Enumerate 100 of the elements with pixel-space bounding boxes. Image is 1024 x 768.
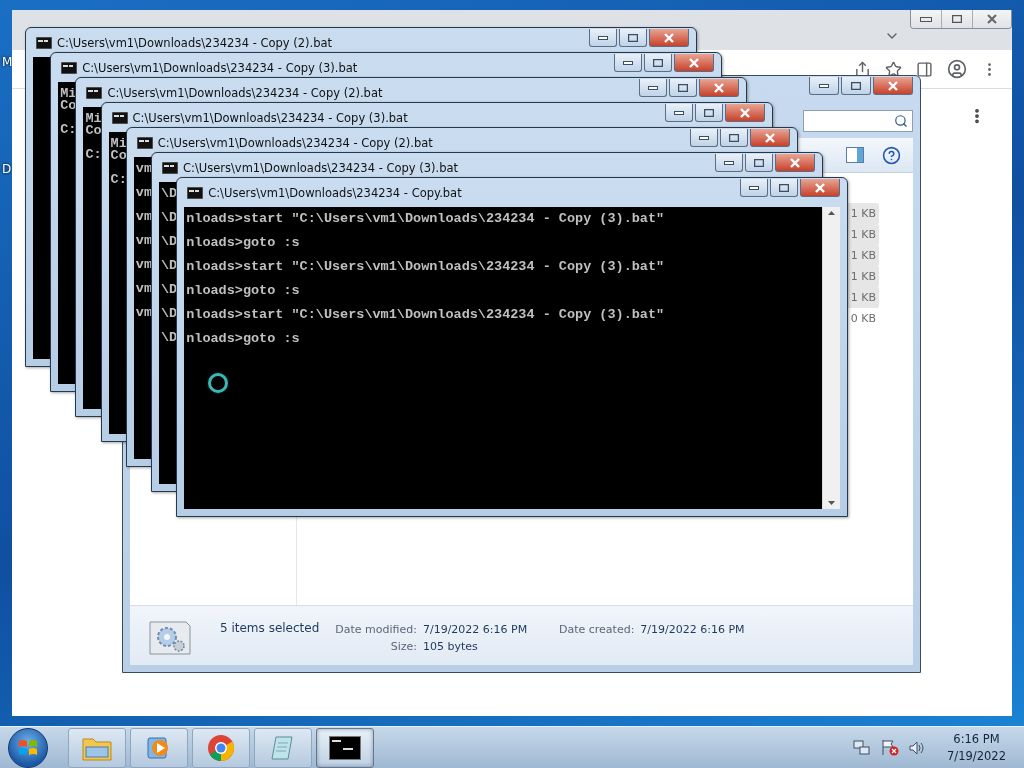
minimize-icon xyxy=(724,160,734,165)
minimize-button[interactable] xyxy=(614,54,643,72)
console-icon xyxy=(162,161,178,174)
scroll-up-icon[interactable] xyxy=(828,211,836,215)
search-field[interactable] xyxy=(803,110,913,132)
maximize-button[interactable] xyxy=(619,29,647,47)
star-icon[interactable] xyxy=(885,60,902,78)
window-title: C:\Users\vm1\Downloads\234234 - Copy (2).bat xyxy=(107,85,384,100)
console-line: \D xyxy=(161,236,178,248)
close-button[interactable] xyxy=(674,54,715,72)
file-size[interactable]: 0 KB xyxy=(846,308,879,329)
desktop-icon-label[interactable]: M xyxy=(2,55,13,69)
window-title: C:\Users\vm1\Downloads\234234 - Copy (3).bat xyxy=(82,60,359,75)
file-size[interactable]: 1 KB xyxy=(846,266,879,287)
console-icon xyxy=(187,186,204,199)
console-line: nloads>start "C:\Users\vm1\Downloads\234234 - Copy (3).bat" xyxy=(186,261,665,273)
side-panel-icon[interactable] xyxy=(916,60,933,78)
console-line: \D xyxy=(161,260,178,272)
console-line: nloads>goto :s xyxy=(186,333,300,345)
minimize-button[interactable] xyxy=(689,129,718,147)
speaker-icon[interactable] xyxy=(909,739,926,756)
minimize-button[interactable] xyxy=(639,79,668,97)
console-line: nloads>start "C:\Users\vm1\Downloads\234234 - Copy (3).bat" xyxy=(186,213,665,225)
scroll-down-icon[interactable] xyxy=(828,501,836,505)
window-title: C:\Users\vm1\Downloads\234234 - Copy (3).bat xyxy=(183,160,460,175)
preview-pane-icon[interactable] xyxy=(846,147,864,163)
maximize-button[interactable] xyxy=(694,104,723,122)
start-button[interactable] xyxy=(8,727,48,768)
file-gear-icon xyxy=(148,618,192,656)
minimize-button[interactable] xyxy=(809,77,839,95)
console-line: C: xyxy=(60,124,77,136)
maximize-button[interactable] xyxy=(770,179,799,197)
file-size[interactable]: 1 KB xyxy=(846,245,879,266)
busy-cursor-icon xyxy=(208,373,228,393)
console-icon xyxy=(111,111,128,124)
console-line: Mi xyxy=(85,113,102,125)
minimize-button[interactable] xyxy=(911,10,941,28)
file-size[interactable]: 1 KB xyxy=(846,224,879,245)
profile-icon[interactable] xyxy=(947,59,967,79)
console-line: Mi xyxy=(60,88,77,100)
minimize-icon xyxy=(673,110,684,115)
console-line: nloads>goto :s xyxy=(186,237,300,249)
file-size[interactable]: 1 KB xyxy=(846,203,879,224)
window-title: C:\Users\vm1\Downloads\234234 - Copy.bat xyxy=(208,185,463,200)
detail-label: Size: xyxy=(389,640,417,653)
scrollbar[interactable] xyxy=(822,207,841,509)
maximize-button[interactable] xyxy=(745,154,773,172)
maximize-icon xyxy=(703,108,714,117)
console-line: \D xyxy=(161,308,178,320)
minimize-button[interactable] xyxy=(715,154,743,172)
console-line: \D xyxy=(161,188,178,200)
console-icon xyxy=(136,136,153,149)
close-button[interactable] xyxy=(649,29,689,47)
maximize-icon xyxy=(728,133,739,142)
minimize-button[interactable] xyxy=(664,104,693,122)
minimize-icon xyxy=(749,185,760,190)
close-button[interactable] xyxy=(749,129,790,147)
network-icon[interactable] xyxy=(853,739,872,756)
console-line: Co xyxy=(110,150,127,162)
maximize-button[interactable] xyxy=(644,54,673,72)
maximize-button[interactable] xyxy=(669,79,698,97)
close-icon xyxy=(986,14,998,24)
minimize-icon xyxy=(819,83,829,88)
close-button[interactable] xyxy=(699,79,740,97)
console-line: nloads>goto :s xyxy=(186,285,300,297)
maximize-button[interactable] xyxy=(941,10,972,28)
console-line: \D xyxy=(161,284,178,296)
console-icon xyxy=(61,61,78,74)
console-line: \D xyxy=(161,332,178,344)
close-icon xyxy=(814,182,827,193)
search-icon xyxy=(894,114,908,128)
maximize-icon xyxy=(851,81,861,90)
close-button[interactable] xyxy=(800,179,841,197)
help-icon[interactable] xyxy=(882,145,901,165)
selection-summary: 5 items selected xyxy=(220,621,320,635)
minimize-button[interactable] xyxy=(740,179,769,197)
maximize-button[interactable] xyxy=(719,129,748,147)
maximize-icon xyxy=(754,158,764,167)
clock[interactable]: 6:16 PM 7/19/2022 xyxy=(947,730,1006,765)
window-title: C:\Users\vm1\Downloads\234234 - Copy (3).bat xyxy=(132,110,409,125)
taskbar-button[interactable] xyxy=(316,727,374,768)
close-button[interactable] xyxy=(972,10,1011,28)
console-line: \D xyxy=(161,212,178,224)
detail-value: 7/19/2022 6:16 PM xyxy=(640,623,745,636)
close-button[interactable] xyxy=(775,154,815,172)
close-button[interactable] xyxy=(724,104,765,122)
window-title: C:\Users\vm1\Downloads\234234 - Copy (2).bat xyxy=(157,135,434,150)
close-icon xyxy=(738,107,751,118)
maximize-button[interactable] xyxy=(841,77,871,95)
close-button[interactable] xyxy=(873,77,913,95)
maximize-icon xyxy=(779,183,790,192)
minimize-icon xyxy=(920,16,932,22)
desktop-icon-label[interactable]: D xyxy=(2,162,12,176)
maximize-icon xyxy=(678,83,689,92)
flag-icon[interactable] xyxy=(881,739,900,756)
maximize-icon xyxy=(628,33,638,42)
file-size[interactable]: 1 KB xyxy=(846,287,879,308)
maximize-icon xyxy=(952,15,962,23)
minimize-button[interactable] xyxy=(589,29,617,47)
console-icon xyxy=(86,86,103,99)
